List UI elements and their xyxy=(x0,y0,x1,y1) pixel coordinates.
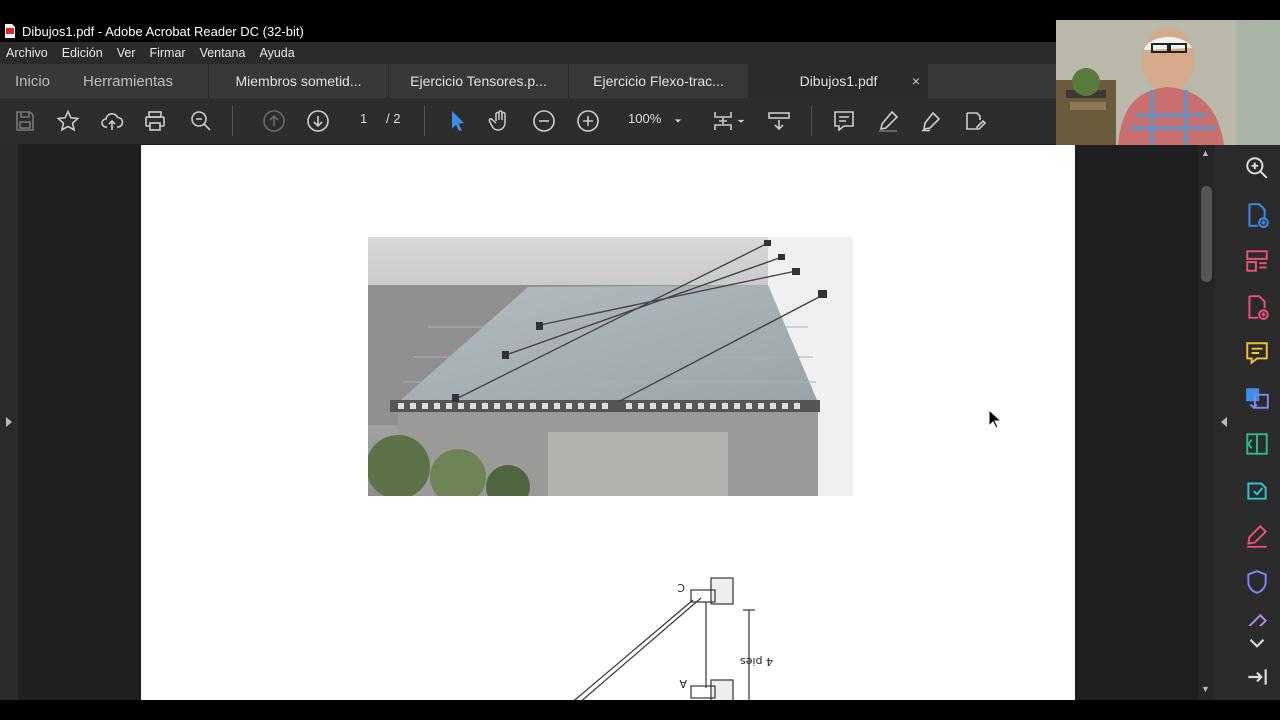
share-sign-icon[interactable] xyxy=(962,108,988,134)
comment-icon[interactable] xyxy=(831,108,857,134)
tab-tensores[interactable]: Ejercicio Tensores.p... xyxy=(388,64,568,98)
window-titlebar: Dibujos1.pdf - Adobe Acrobat Reader DC (… xyxy=(0,20,1056,42)
window-title: Dibujos1.pdf - Adobe Acrobat Reader DC (… xyxy=(22,23,304,39)
collapse-right-panel-icon[interactable] xyxy=(1220,416,1228,428)
pdf-page: C A 4 pies xyxy=(141,145,1075,711)
compare-icon[interactable] xyxy=(1244,431,1270,457)
screen-bottom-band xyxy=(0,700,1280,720)
tab-label: Miembros sometid... xyxy=(235,73,362,89)
plus-circle-icon[interactable] xyxy=(575,108,601,134)
tab-label: Ejercicio Tensores.p... xyxy=(410,73,547,89)
tab-label: Dibujos1.pdf xyxy=(799,73,878,89)
diagram-label-c: C xyxy=(677,581,685,594)
save-icon[interactable] xyxy=(12,108,38,134)
organize-pages-icon[interactable] xyxy=(1244,248,1270,274)
create-pdf-icon[interactable] xyxy=(1244,202,1270,228)
scroll-mode-icon[interactable] xyxy=(766,108,792,134)
diagram-label-a: A xyxy=(679,677,687,690)
tab-flexo[interactable]: Ejercicio Flexo-trac... xyxy=(568,64,748,98)
total-pages: / 2 xyxy=(386,111,401,126)
toolbar-separator xyxy=(232,106,233,136)
more-tools-icon[interactable] xyxy=(1244,612,1270,626)
technical-diagram: C A 4 pies xyxy=(561,570,781,711)
main-toolbar: 1 / 2 100% xyxy=(0,98,1056,144)
fit-page-icon[interactable] xyxy=(710,108,736,134)
collapse-panel-icon[interactable] xyxy=(1244,664,1270,690)
tab-dibujos[interactable]: Dibujos1.pdf × xyxy=(748,64,928,98)
expand-left-panel-icon[interactable] xyxy=(5,416,13,428)
toolbar-separator xyxy=(424,106,425,136)
convert-icon[interactable] xyxy=(1244,385,1270,411)
menu-archivo[interactable]: Archivo xyxy=(6,46,48,60)
arrow-down-circle-icon[interactable] xyxy=(305,108,331,134)
comment-panel-icon[interactable] xyxy=(1244,340,1270,366)
screen-top-band xyxy=(0,0,1280,20)
right-tools-panel xyxy=(1215,144,1280,700)
menu-edicion[interactable]: Edición xyxy=(62,46,103,60)
expand-tools-icon[interactable] xyxy=(1244,630,1270,648)
fill-sign-icon[interactable] xyxy=(1244,523,1270,549)
cloud-upload-icon[interactable] xyxy=(99,108,125,134)
protect-icon[interactable] xyxy=(1244,569,1270,595)
menu-firmar[interactable]: Firmar xyxy=(149,46,185,60)
canopy-photo xyxy=(368,237,853,496)
pointer-icon[interactable] xyxy=(444,108,470,134)
mouse-cursor-icon xyxy=(988,409,1002,429)
pdf-file-icon xyxy=(4,24,16,38)
tab-miembros[interactable]: Miembros sometid... xyxy=(208,64,388,98)
minus-circle-icon[interactable] xyxy=(531,108,557,134)
zoom-search-icon[interactable] xyxy=(188,108,214,134)
send-review-icon[interactable] xyxy=(1244,477,1270,503)
highlight-pen-icon[interactable] xyxy=(875,108,901,134)
print-icon[interactable] xyxy=(142,108,168,134)
tab-bar: Inicio Herramientas Miembros sometid... … xyxy=(0,64,1056,98)
scrollbar-thumb[interactable] xyxy=(1201,186,1212,282)
hand-icon[interactable] xyxy=(487,108,513,134)
menu-ver[interactable]: Ver xyxy=(117,46,136,60)
current-page-input[interactable]: 1 xyxy=(360,111,367,126)
chevron-down-icon[interactable] xyxy=(734,108,748,134)
search-zoom-icon[interactable] xyxy=(1244,155,1270,181)
export-pdf-icon[interactable] xyxy=(1244,294,1270,320)
tab-label: Ejercicio Flexo-trac... xyxy=(593,73,724,89)
vertical-scrollbar[interactable]: ▲ ▼ xyxy=(1198,144,1215,700)
star-icon[interactable] xyxy=(55,108,81,134)
chevron-down-icon[interactable] xyxy=(668,108,688,134)
menu-bar: Archivo Edición Ver Firmar Ventana Ayuda xyxy=(0,42,1056,64)
menu-ventana[interactable]: Ventana xyxy=(200,46,246,60)
nav-home[interactable]: Inicio xyxy=(0,64,68,98)
webcam-overlay xyxy=(1056,20,1280,145)
menu-ayuda[interactable]: Ayuda xyxy=(259,46,294,60)
arrow-up-circle-icon[interactable] xyxy=(261,108,287,134)
toolbar-separator xyxy=(811,106,812,136)
close-tab-icon[interactable]: × xyxy=(912,73,920,89)
zoom-level-select[interactable]: 100% xyxy=(628,111,661,126)
draw-icon[interactable] xyxy=(918,108,944,134)
diagram-dimension-label: 4 pies xyxy=(740,655,773,668)
left-panel-collapsed[interactable] xyxy=(0,144,18,700)
scroll-down-icon[interactable]: ▼ xyxy=(1201,684,1210,694)
nav-tools[interactable]: Herramientas xyxy=(68,64,208,98)
scroll-up-icon[interactable]: ▲ xyxy=(1201,148,1210,158)
